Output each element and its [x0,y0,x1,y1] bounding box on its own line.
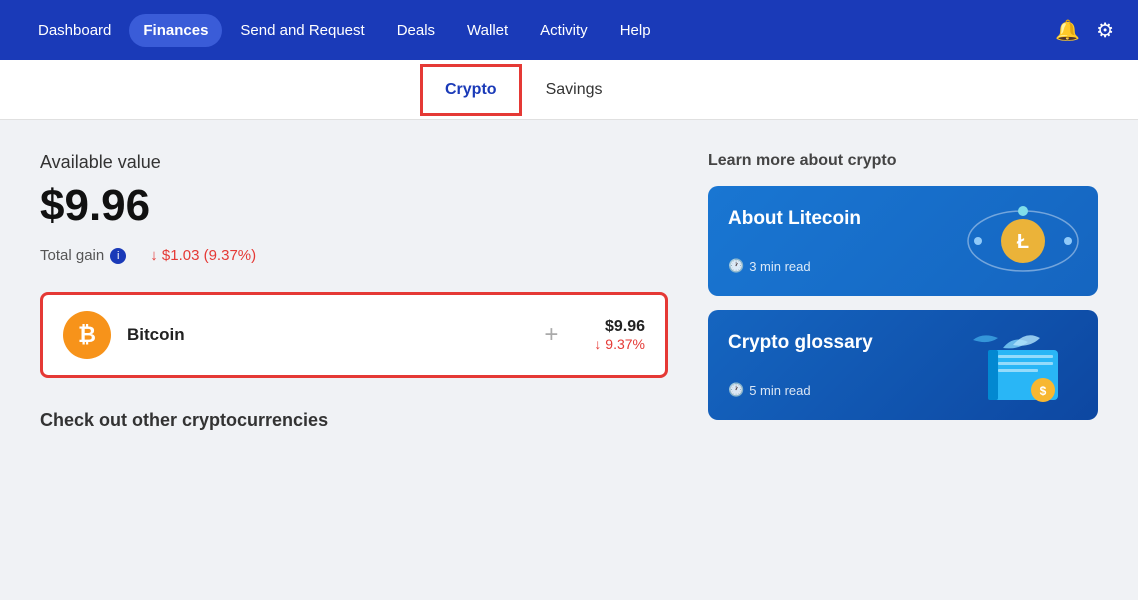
litecoin-clock-icon: 🕐 [728,258,744,274]
sub-tabs: Crypto Savings [0,60,1138,120]
nav-help[interactable]: Help [606,14,665,47]
bitcoin-icon: ₿ [63,311,111,359]
glossary-card-meta: 🕐 5 min read [728,382,928,398]
glossary-svg: $ [958,320,1088,410]
total-gain-label: Total gain i [40,247,126,264]
gear-icon[interactable]: ⚙ [1096,18,1114,43]
bitcoin-add-button[interactable]: + [544,321,558,349]
available-value: $9.96 [40,181,668,231]
bell-icon[interactable]: 🔔 [1055,18,1080,43]
litecoin-svg: Ł [958,196,1088,286]
total-gain-info-icon[interactable]: i [110,248,126,264]
main-content: Available value $9.96 Total gain i ↓ $1.… [0,120,1138,600]
bitcoin-pct: ↓ 9.37% [594,336,645,352]
nav-send-request[interactable]: Send and Request [226,14,378,47]
litecoin-card-title: About Litecoin [728,208,928,230]
bitcoin-usd: $9.96 [594,318,645,336]
tab-savings[interactable]: Savings [522,63,627,117]
total-gain-value: ↓ $1.03 (9.37%) [150,247,256,264]
svg-text:Ł: Ł [1017,231,1029,253]
nav-dashboard[interactable]: Dashboard [24,14,125,47]
glossary-card[interactable]: Crypto glossary 🕐 5 min read [708,310,1098,420]
nav-wallet[interactable]: Wallet [453,14,522,47]
nav-finances[interactable]: Finances [129,14,222,47]
tab-crypto[interactable]: Crypto [420,64,522,116]
nav-items: Dashboard Finances Send and Request Deal… [24,14,1055,47]
litecoin-card-meta: 🕐 3 min read [728,258,928,274]
nav-activity[interactable]: Activity [526,14,602,47]
total-gain-row: Total gain i ↓ $1.03 (9.37%) [40,247,668,264]
litecoin-card-text: About Litecoin 🕐 3 min read [708,186,948,296]
glossary-card-text: Crypto glossary 🕐 5 min read [708,310,948,420]
nav-right: 🔔 ⚙ [1055,18,1114,43]
navbar: Dashboard Finances Send and Request Deal… [0,0,1138,60]
litecoin-card[interactable]: About Litecoin 🕐 3 min read Ł [708,186,1098,296]
nav-deals[interactable]: Deals [383,14,449,47]
left-panel: Available value $9.96 Total gain i ↓ $1.… [40,152,668,568]
litecoin-illustration: Ł [948,186,1098,296]
bitcoin-card[interactable]: ₿ Bitcoin + $9.96 ↓ 9.37% [40,292,668,378]
right-panel: Learn more about crypto About Litecoin 🕐… [708,152,1098,568]
check-out-label: Check out other cryptocurrencies [40,410,668,431]
bitcoin-values: $9.96 ↓ 9.37% [594,318,645,352]
glossary-illustration: $ [948,310,1098,420]
glossary-card-title: Crypto glossary [728,332,928,354]
glossary-clock-icon: 🕐 [728,382,744,398]
available-label: Available value [40,152,668,173]
bitcoin-name: Bitcoin [127,325,508,345]
learn-label: Learn more about crypto [708,152,1098,170]
svg-text:$: $ [1040,384,1047,398]
